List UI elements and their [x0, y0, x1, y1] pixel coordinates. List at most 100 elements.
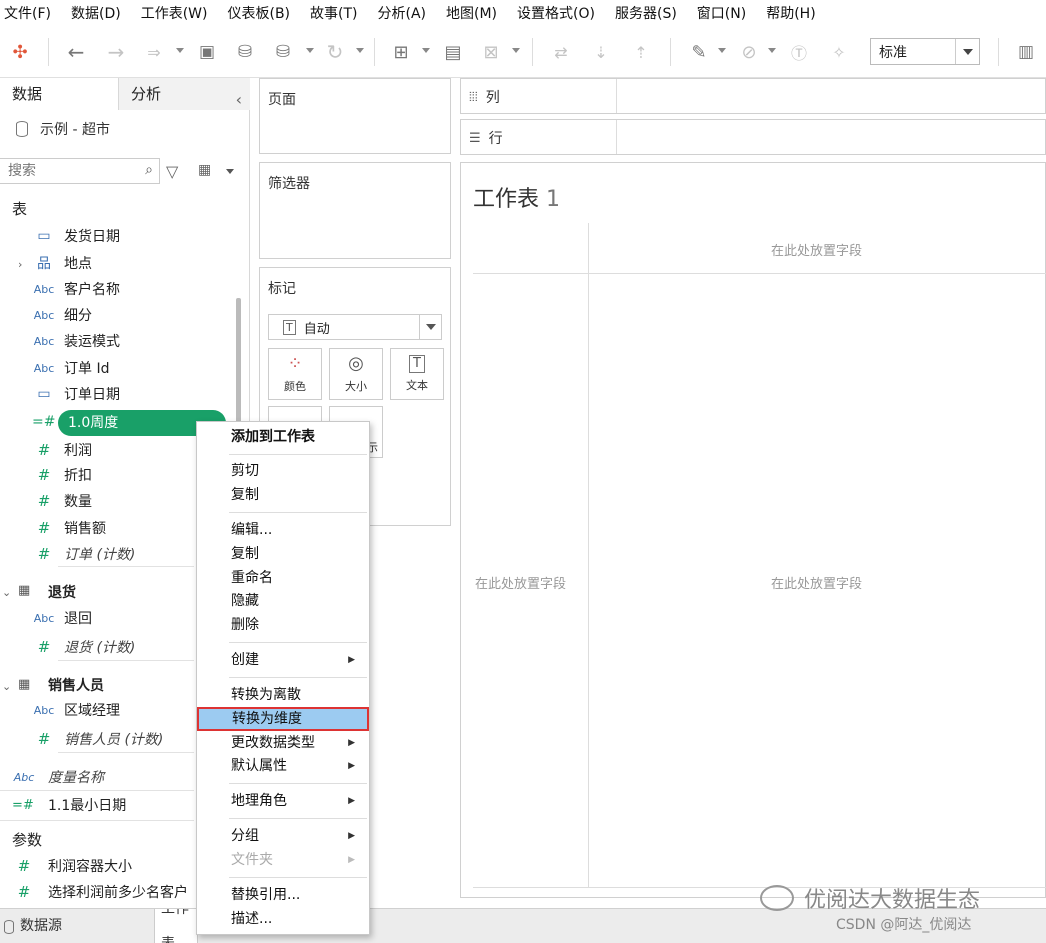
chevron-down-icon[interactable]: ⌄	[2, 680, 11, 693]
menu-default-properties[interactable]: 默认属性 ▶	[197, 755, 369, 777]
color-label: 颜色	[284, 380, 306, 393]
menu-analysis[interactable]: 分析(A)	[378, 3, 437, 23]
chevron-right-icon[interactable]: ›	[18, 258, 22, 271]
redo-icon[interactable]: →	[102, 38, 130, 66]
field-item[interactable]: Abc 装运模式	[32, 329, 120, 353]
field-item[interactable]: # 退货 (计数)	[32, 635, 136, 659]
replay-icon[interactable]: ⇒	[140, 38, 168, 66]
collapse-left-icon[interactable]: ‹	[236, 84, 242, 116]
menu-create[interactable]: 创建 ▶	[197, 649, 369, 671]
filter-icon[interactable]: ▽	[166, 162, 178, 181]
pages-card[interactable]: 页面	[259, 78, 451, 154]
size-button[interactable]: ◎ 大小	[329, 348, 383, 400]
pause-updates-icon[interactable]: ⛁	[270, 38, 296, 66]
field-item[interactable]: ▭ 发货日期	[32, 224, 120, 248]
undo-icon[interactable]: ←	[62, 38, 90, 66]
rows-drop-hint[interactable]: 在此处放置字段	[475, 573, 566, 592]
search-icon[interactable]: ⌕	[145, 162, 153, 178]
field-item[interactable]: # 折扣	[32, 463, 92, 487]
menu-cut[interactable]: 剪切	[197, 460, 369, 482]
menu-server[interactable]: 服务器(S)	[615, 3, 687, 23]
labels-icon[interactable]: Ⓣ	[786, 38, 812, 66]
menu-rename[interactable]: 重命名	[197, 567, 369, 589]
menu-add-to-sheet[interactable]: 添加到工作表	[197, 426, 369, 448]
highlight-icon[interactable]: ✎	[686, 38, 712, 66]
field-item[interactable]: Abc 客户名称	[32, 277, 120, 301]
swap-icon[interactable]: ⇄	[548, 38, 574, 66]
tab-datasource[interactable]: 数据源	[4, 909, 62, 943]
chevron-down-icon[interactable]	[226, 169, 234, 174]
search-input[interactable]	[0, 159, 130, 183]
menu-convert-dimension[interactable]: 转换为维度	[197, 707, 369, 731]
show-me-icon[interactable]: ▥	[1012, 38, 1040, 66]
field-item[interactable]: Abc 订单 Id	[32, 356, 110, 380]
menu-edit[interactable]: 编辑...	[197, 519, 369, 541]
menu-change-data-type[interactable]: 更改数据类型 ▶	[197, 732, 369, 754]
text-button[interactable]: T 文本	[390, 348, 444, 400]
menu-worksheet[interactable]: 工作表(W)	[141, 3, 218, 23]
menu-dashboard[interactable]: 仪表板(B)	[227, 3, 300, 23]
field-item[interactable]: # 销售人员 (计数)	[32, 727, 164, 751]
chevron-down-icon[interactable]: ⌄	[2, 586, 11, 599]
menu-window[interactable]: 窗口(N)	[697, 3, 756, 23]
menu-convert-discrete[interactable]: 转换为离散	[197, 684, 369, 706]
field-item[interactable]: Abc 度量名称	[12, 765, 104, 789]
field-item[interactable]: # 利润	[32, 438, 92, 462]
sort-asc-icon[interactable]: ⇣	[588, 38, 614, 66]
field-item[interactable]: Abc 退回	[32, 606, 92, 630]
columns-shelf[interactable]: ⦙⦙⦙ 列	[460, 78, 1046, 114]
field-item[interactable]: =# 1.1最小日期	[12, 793, 126, 817]
menu-story[interactable]: 故事(T)	[310, 3, 367, 23]
menu-map[interactable]: 地图(M)	[446, 3, 507, 23]
param-item[interactable]: # 选择利润前多少名客户	[12, 880, 188, 904]
duplicate-sheet-icon[interactable]: ▤	[440, 38, 466, 66]
param-item[interactable]: # 利润容器大小	[12, 854, 132, 878]
group-icon[interactable]: ⊘	[736, 38, 762, 66]
table-returns[interactable]: 退货	[48, 580, 76, 604]
clear-sheet-icon[interactable]: ⊠	[478, 38, 504, 66]
refresh-icon[interactable]: ↻	[322, 38, 348, 66]
sheet-title[interactable]: 工作表 1	[473, 181, 560, 213]
fit-select[interactable]: 标准	[870, 38, 980, 65]
menu-help[interactable]: 帮助(H)	[766, 3, 825, 23]
menu-group[interactable]: 分组 ▶	[197, 825, 369, 847]
view-drop-hint[interactable]: 在此处放置字段	[771, 573, 862, 592]
menu-geographic-role[interactable]: 地理角色 ▶	[197, 790, 369, 812]
mark-type-select[interactable]: T 自动	[268, 314, 442, 340]
field-item[interactable]: # 数量	[32, 489, 92, 513]
menu-data[interactable]: 数据(D)	[71, 3, 131, 23]
abc-icon: Abc	[33, 308, 55, 322]
field-item[interactable]: ▭ 订单日期	[32, 382, 120, 406]
sort-desc-icon[interactable]: ⇡	[628, 38, 654, 66]
tableau-logo-icon[interactable]: ✣	[8, 38, 32, 66]
worksheet-view[interactable]: 工作表 1 在此处放置字段 在此处放置字段 在此处放置字段	[460, 162, 1046, 898]
menu-copy[interactable]: 复制	[197, 484, 369, 506]
filters-card[interactable]: 筛选器	[259, 162, 451, 259]
menu-duplicate[interactable]: 复制	[197, 543, 369, 565]
color-button[interactable]: ⁘ 颜色	[268, 348, 322, 400]
rows-shelf[interactable]: ☰ 行	[460, 119, 1046, 155]
menu-format[interactable]: 设置格式(O)	[517, 3, 605, 23]
tab-data[interactable]: 数据	[0, 78, 118, 110]
menu-replace-references[interactable]: 替换引用...	[197, 884, 369, 906]
tab-analysis[interactable]: 分析 ‹	[118, 78, 250, 110]
new-datasource-icon[interactable]: ⛁	[232, 38, 258, 66]
columns-drop-hint[interactable]: 在此处放置字段	[771, 240, 862, 259]
menu-file[interactable]: 文件(F)	[4, 3, 61, 23]
menu-delete[interactable]: 删除	[197, 614, 369, 636]
field-item[interactable]: 品 地点	[32, 251, 92, 275]
field-item[interactable]: # 销售额	[32, 516, 106, 540]
color-icon: ⁘	[287, 353, 303, 374]
menu-hide[interactable]: 隐藏	[197, 590, 369, 612]
field-item[interactable]: Abc 区域经理	[32, 698, 120, 722]
pin-icon[interactable]: ✧	[826, 38, 852, 66]
new-worksheet-icon[interactable]: ⊞	[388, 38, 414, 66]
save-icon[interactable]: ▣	[194, 38, 220, 66]
field-item[interactable]: # 订单 (计数)	[32, 542, 136, 566]
datasource-item[interactable]: 示例 - 超市	[16, 118, 110, 140]
view-list-icon[interactable]: ▦	[198, 162, 211, 178]
menu-describe[interactable]: 描述...	[197, 908, 369, 930]
field-item[interactable]: Abc 细分	[32, 303, 92, 327]
table-salespeople[interactable]: 销售人员	[48, 673, 104, 697]
tab-worksheet[interactable]: 工作表	[154, 909, 198, 943]
